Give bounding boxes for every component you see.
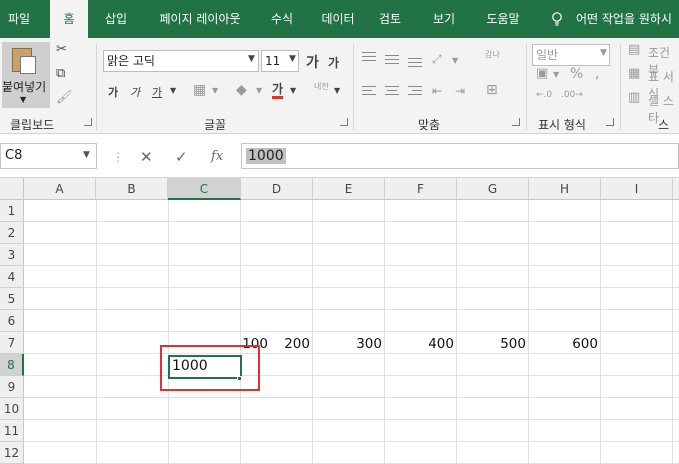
tab-file[interactable]: 파일 [0,0,38,38]
copy-icon[interactable]: ⧉ [56,66,65,81]
fill-color-icon[interactable]: ◆ [236,82,247,98]
group-divider [96,44,97,130]
row-header-3[interactable]: 3 [0,244,24,266]
underline-button[interactable]: 가 [152,84,162,100]
alignment-group-label: 맞춤 [418,118,441,132]
cell-styles-icon: ▥ [628,90,641,105]
wrap-text-button[interactable]: 갑나 [485,50,501,59]
merge-center-icon[interactable]: ⊞ [486,82,498,98]
tab-view[interactable]: 보기 [424,0,464,38]
format-painter-icon[interactable]: 🖌 [56,90,73,105]
tab-data[interactable]: 데이터 [314,0,362,38]
percent-icon[interactable]: % [570,66,583,82]
highlight-box [160,345,260,391]
row-header-11[interactable]: 11 [0,420,24,442]
font-color-dropdown-icon[interactable]: ▼ [290,86,296,95]
font-color-button[interactable]: 가 [272,82,284,99]
decrease-indent-icon[interactable]: ⇤ [432,84,442,98]
lightbulb-icon [552,12,562,26]
column-header-c[interactable]: C [168,178,241,200]
underline-dropdown-icon[interactable]: ▼ [170,86,176,95]
font-name-box[interactable]: 맑은 고딕 [103,50,259,72]
column-header-f[interactable]: F [385,178,457,200]
enter-icon[interactable]: ✓ [175,148,188,166]
increase-font-icon[interactable]: 가 [306,52,319,72]
column-header-g[interactable]: G [457,178,529,200]
cell-f7[interactable]: 400 [386,336,454,352]
tab-formulas[interactable]: 수식 [262,0,302,38]
number-format-box[interactable]: 일반 [532,44,610,66]
clipboard-launcher-icon[interactable] [84,118,92,126]
row-header-9[interactable]: 9 [0,376,24,398]
font-name-dropdown-icon[interactable]: ▼ [248,54,255,64]
paste-dropdown-icon[interactable]: ▼ [20,95,26,104]
border-icon[interactable]: ▦ [193,82,206,98]
column-header-h[interactable]: H [529,178,601,200]
font-launcher-icon[interactable] [340,118,348,126]
tell-me-search[interactable]: 어떤 작업을 원하시 [576,0,672,38]
conditional-format-icon: ▤ [628,42,641,57]
number-group-label: 표시 형식 [538,118,586,132]
row-header-7[interactable]: 7 [0,332,24,354]
tab-home[interactable]: 홈 [50,0,88,38]
cell-h7[interactable]: 600 [530,336,598,352]
row-header-12[interactable]: 12 [0,442,24,464]
bold-button[interactable]: 가 [108,84,118,100]
border-dropdown-icon[interactable]: ▼ [212,86,218,95]
decrease-decimal-icon[interactable]: .00→ [561,90,583,100]
clipboard-group-label: 클립보드 [10,118,55,132]
tab-review[interactable]: 검토 [370,0,410,38]
tab-help[interactable]: 도움말 [478,0,528,38]
group-divider [353,44,354,130]
number-launcher-icon[interactable] [606,118,614,126]
alignment-launcher-icon[interactable] [512,118,520,126]
row-header-10[interactable]: 10 [0,398,24,420]
orientation-dropdown-icon[interactable]: ▼ [452,56,458,65]
increase-decimal-icon[interactable]: ←.0 [536,90,552,100]
italic-button[interactable]: 가 [130,84,140,100]
select-all-corner[interactable] [0,178,24,200]
row-header-2[interactable]: 2 [0,222,24,244]
row-header-5[interactable]: 5 [0,288,24,310]
phonetic-button[interactable]: 내천 [314,82,330,91]
tab-page-layout[interactable]: 페이지 레이아웃 [146,0,254,38]
decrease-font-icon[interactable]: 가 [328,54,339,71]
row-header-4[interactable]: 4 [0,266,24,288]
phonetic-dropdown-icon[interactable]: ▼ [334,86,340,95]
column-header-i[interactable]: I [601,178,673,200]
group-divider [620,44,621,130]
increase-indent-icon[interactable]: ⇥ [455,84,465,98]
name-box-dropdown-icon[interactable]: ▼ [83,150,90,160]
tab-insert[interactable]: 삽입 [96,0,136,38]
insert-function-button[interactable]: fx [211,149,223,164]
row-header-6[interactable]: 6 [0,310,24,332]
number-format-dropdown-icon[interactable]: ▼ [600,48,607,58]
font-group-label: 글꼴 [204,118,227,132]
currency-dropdown-icon[interactable]: ▼ [553,70,559,79]
column-header-d[interactable]: D [241,178,313,200]
cell-e7[interactable]: 300 [314,336,382,352]
row-header-8[interactable]: 8 [0,354,24,376]
column-header-partial [673,178,679,200]
row-header-1[interactable]: 1 [0,200,24,222]
comma-style-icon[interactable]: , [595,66,599,82]
column-header-e[interactable]: E [313,178,385,200]
currency-icon[interactable]: ▣ [536,66,548,81]
format-table-icon: ▦ [628,66,641,81]
orientation-icon[interactable]: ⤢ [432,52,442,67]
cell-g7[interactable]: 500 [458,336,526,352]
paste-paper-icon [20,56,36,74]
cancel-icon[interactable]: ✕ [140,148,153,166]
font-size-dropdown-icon[interactable]: ▼ [289,54,296,64]
column-header-b[interactable]: B [96,178,168,200]
cut-icon[interactable]: ✂ [56,42,67,57]
formula-value: 1000 [246,148,286,164]
formula-input[interactable]: 1000 [241,143,679,169]
fill-color-dropdown-icon[interactable]: ▼ [256,86,262,95]
formula-bar-grip-icon: ⋮ [112,150,124,164]
column-header-a[interactable]: A [24,178,96,200]
paste-label: 붙여넣기 [2,80,47,94]
group-divider [526,44,527,130]
